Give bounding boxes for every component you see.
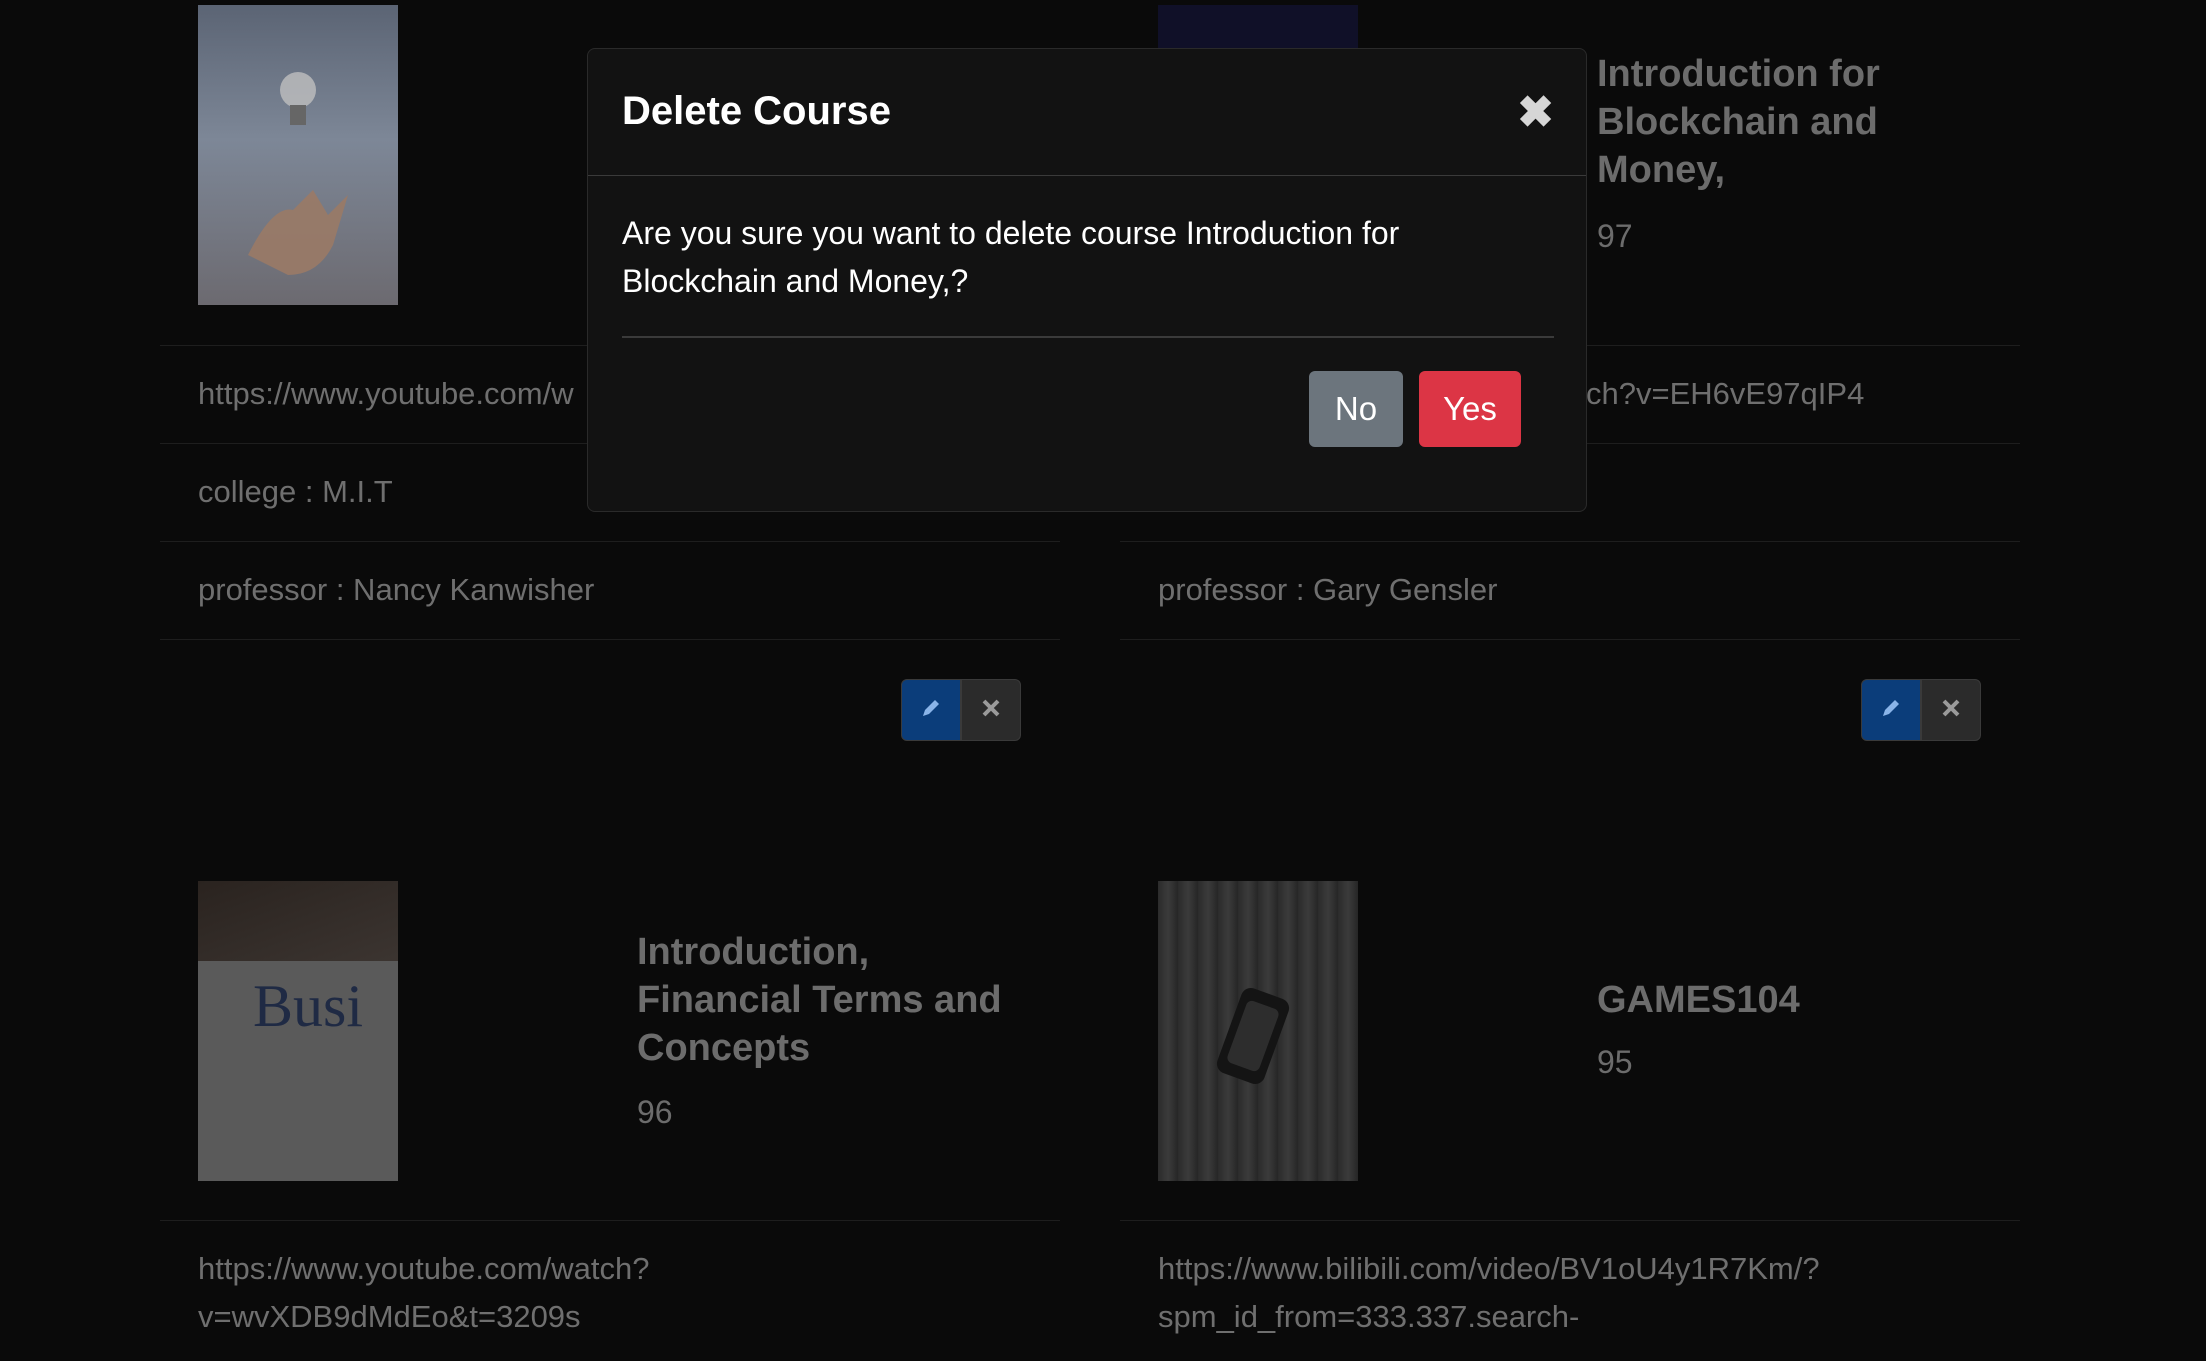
course-link-row: https://www.bilibili.com/video/BV1oU4y1R…: [1120, 1220, 2020, 1361]
course-card-3: Busi Introduction, Financial Terms and C…: [160, 880, 1060, 1358]
yes-button[interactable]: Yes: [1419, 371, 1521, 447]
course-thumbnail: [1158, 881, 1358, 1181]
modal-divider: [622, 336, 1554, 338]
course-thumbnail: [198, 5, 398, 305]
course-title: GAMES104: [1597, 979, 1800, 1021]
svg-text:Busi: Busi: [253, 973, 363, 1039]
course-link-row: https://www.youtube.com/watch? v=wvXDB9d…: [160, 1220, 1060, 1361]
delete-button[interactable]: [1921, 679, 1981, 741]
modal-title: Delete Course: [622, 89, 891, 133]
college-text: college : M.I.T: [198, 474, 393, 509]
modal-message: Are you sure you want to delete course I…: [622, 215, 1400, 299]
course-title: Introduction for Blockchain and Money,: [1597, 53, 1880, 191]
professor-row: professor : Nancy Kanwisher: [160, 541, 1060, 640]
pencil-icon: [1879, 696, 1903, 725]
card-actions: [1861, 679, 1981, 741]
course-card-4: GAMES104 95 https://www.bilibili.com/vid…: [1120, 880, 2020, 1358]
professor-text: professor : Gary Gensler: [1158, 572, 1498, 607]
x-icon: [1940, 697, 1962, 724]
course-thumbnail: Busi: [198, 881, 398, 1181]
course-score: 95: [1597, 1044, 1633, 1080]
course-link-line2[interactable]: spm_id_from=333.337.search-: [1158, 1299, 1579, 1335]
delete-button[interactable]: [961, 679, 1021, 741]
no-button[interactable]: No: [1309, 371, 1403, 447]
course-link-line1[interactable]: https://www.bilibili.com/video/BV1oU4y1R…: [1158, 1251, 1820, 1287]
pencil-icon: [919, 696, 943, 725]
course-link-line1[interactable]: https://www.youtube.com/watch?: [198, 1251, 649, 1287]
course-link[interactable]: ch?v=EH6vE97qIP4: [1586, 376, 1864, 412]
modal-header: Delete Course ✖: [588, 49, 1586, 176]
course-score: 96: [637, 1094, 673, 1130]
course-title: Introduction, Financial Terms and Concep…: [637, 931, 1002, 1069]
edit-button[interactable]: [1861, 679, 1921, 741]
professor-row: professor : Gary Gensler: [1120, 541, 2020, 640]
card-actions: [901, 679, 1021, 741]
close-icon[interactable]: ✖: [1517, 87, 1554, 138]
course-score: 97: [1597, 218, 1633, 254]
edit-button[interactable]: [901, 679, 961, 741]
course-link-line2[interactable]: v=wvXDB9dMdEo&t=3209s: [198, 1299, 581, 1335]
course-link[interactable]: https://www.youtube.com/w: [198, 376, 574, 412]
professor-text: professor : Nancy Kanwisher: [198, 572, 595, 607]
x-icon: [980, 697, 1002, 724]
delete-course-modal: Delete Course ✖ Are you sure you want to…: [587, 48, 1587, 512]
